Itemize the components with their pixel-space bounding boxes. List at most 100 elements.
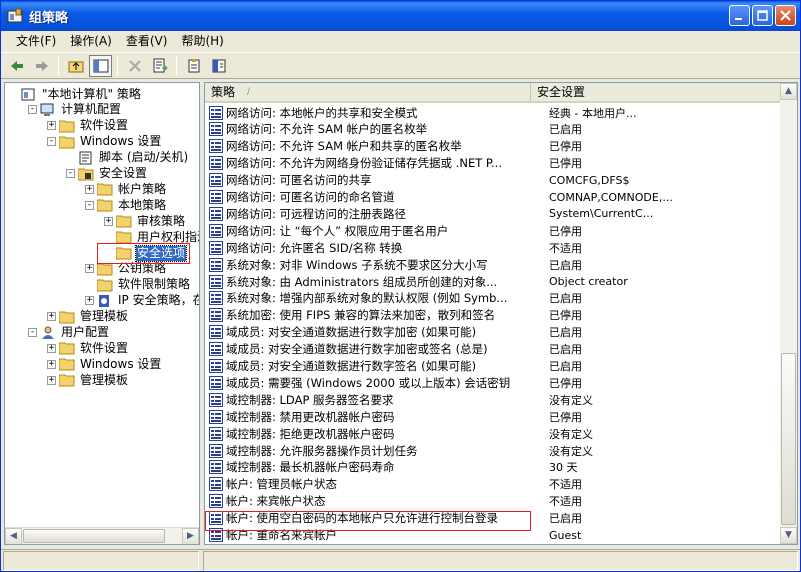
- policy-row[interactable]: 域控制器: LDAP 服务器签名要求 没有定义: [205, 391, 781, 408]
- policy-row[interactable]: 系统对象: 由 Administrators 组成员所创建的对象... Objec…: [205, 273, 781, 290]
- policy-row[interactable]: 网络访问: 可匿名访问的命名管道 COMNAP,COMNODE,...: [205, 189, 781, 206]
- forward-button[interactable]: [30, 55, 53, 77]
- tree-node[interactable]: - Windows 设置: [47, 134, 162, 150]
- tree-node[interactable]: + 审核策略: [104, 213, 186, 229]
- list-scroll-thumb[interactable]: [781, 353, 796, 525]
- list-vertical-scrollbar[interactable]: ▲ ▼: [780, 83, 797, 544]
- policy-setting: 已启用: [549, 326, 582, 340]
- group-policy-app-icon: [7, 8, 23, 23]
- title-bar[interactable]: 组策略: [1, 1, 800, 31]
- policy-row[interactable]: 网络访问: 可远程访问的注册表路径 System\CurrentC...: [205, 205, 781, 222]
- expand-icon[interactable]: +: [85, 264, 94, 274]
- expand-icon[interactable]: +: [47, 312, 56, 322]
- column-policy-label: 策略: [211, 85, 236, 99]
- policy-row[interactable]: 网络访问: 本地帐户的共享和安全模式 经典 - 本地用户...: [205, 104, 781, 121]
- policy-row[interactable]: 域控制器: 禁用更改机器帐户密码 已停用: [205, 408, 781, 425]
- expand-icon[interactable]: +: [104, 216, 113, 226]
- policy-row[interactable]: 域控制器: 允许服务器操作员计划任务 没有定义: [205, 442, 781, 459]
- policy-row[interactable]: 网络访问: 不允许为网络身份验证储存凭据或 .NET P... 已停用: [205, 155, 781, 172]
- up-one-level-button[interactable]: [64, 55, 87, 77]
- tree-node[interactable]: 脚本 (启动/关机): [66, 150, 189, 166]
- policy-row[interactable]: 网络访问: 不允许 SAM 帐户的匿名枚举 已启用: [205, 121, 781, 138]
- scroll-right-button[interactable]: ▶: [182, 528, 199, 544]
- expand-icon[interactable]: +: [85, 184, 94, 194]
- toolbar: [1, 52, 800, 79]
- tree-node[interactable]: + IP 安全策略，在: [85, 293, 199, 309]
- delete-button[interactable]: [123, 55, 146, 77]
- status-panel-1: [3, 551, 199, 571]
- collapse-icon[interactable]: -: [28, 105, 37, 115]
- computer-icon: [40, 103, 54, 116]
- tree-node[interactable]: - 用户配置: [28, 325, 110, 341]
- tree-node[interactable]: + 管理模板: [47, 309, 129, 325]
- collapse-icon[interactable]: -: [85, 200, 94, 210]
- tree-node[interactable]: + 软件设置: [47, 118, 129, 134]
- policy-row[interactable]: 系统对象: 对非 Windows 子系统不要求区分大小写 已启用: [205, 256, 781, 273]
- maximize-button[interactable]: [752, 5, 773, 26]
- policy-setting: 没有定义: [549, 444, 593, 458]
- policy-row[interactable]: 系统加密: 使用 FIPS 兼容的算法来加密，散列和签名 已停用: [205, 307, 781, 324]
- collapse-icon[interactable]: -: [66, 169, 75, 178]
- policy-row[interactable]: 网络访问: 可匿名访问的共享 COMCFG,DFS$: [205, 172, 781, 189]
- collapse-icon[interactable]: -: [47, 137, 56, 147]
- menu-action[interactable]: 操作(A): [63, 31, 119, 51]
- tree-node-label: "本地计算机" 策略: [42, 86, 141, 101]
- tree-node[interactable]: + 帐户策略: [85, 181, 167, 197]
- menu-file[interactable]: 文件(F): [9, 31, 63, 51]
- collapse-icon[interactable]: -: [28, 328, 37, 337]
- tree-horizontal-scrollbar[interactable]: ◀ ▶: [5, 527, 199, 544]
- tree-node-label: IP 安全策略，在: [118, 293, 199, 308]
- policy-row[interactable]: 域成员: 对安全通道数据进行数字加密或签名 (总是) 已启用: [205, 341, 781, 358]
- policy-row[interactable]: 域控制器: 拒绝更改机器帐户密码 没有定义: [205, 425, 781, 442]
- help-button[interactable]: [207, 55, 230, 77]
- tree-node[interactable]: - 安全设置: [66, 166, 148, 182]
- menu-view[interactable]: 查看(V): [119, 31, 175, 51]
- tree-node[interactable]: + Windows 设置: [47, 356, 162, 372]
- policy-row[interactable]: 域成员: 需要强 (Windows 2000 或以上版本) 会话密钥 已停用: [205, 374, 781, 391]
- policy-name: 域成员: 对安全通道数据进行数字签名 (如果可能): [226, 359, 477, 373]
- expand-icon[interactable]: +: [47, 343, 56, 353]
- scroll-up-button[interactable]: ▲: [780, 83, 797, 100]
- scroll-left-button[interactable]: ◀: [5, 528, 22, 544]
- policy-row[interactable]: 域成员: 对安全通道数据进行数字加密 (如果可能) 已启用: [205, 324, 781, 341]
- minimize-button[interactable]: [729, 5, 750, 26]
- close-button[interactable]: [775, 5, 796, 26]
- menu-help[interactable]: 帮助(H): [174, 31, 230, 51]
- tree-node[interactable]: - 本地策略: [85, 197, 167, 213]
- policy-row[interactable]: 域成员: 对安全通道数据进行数字签名 (如果可能) 已启用: [205, 358, 781, 375]
- policy-row[interactable]: 域控制器: 最长机器帐户密码寿命 30 天: [205, 459, 781, 476]
- export-list-button[interactable]: [148, 55, 171, 77]
- properties-button[interactable]: [182, 55, 205, 77]
- policy-setting-icon: [209, 426, 223, 441]
- policy-row[interactable]: 帐户: 来宾帐户状态 不适用: [205, 493, 781, 510]
- policy-setting: 已停用: [549, 309, 582, 323]
- policy-row[interactable]: 系统对象: 增强内部系统对象的默认权限 (例如 Symb... 已启用: [205, 290, 781, 307]
- tree-node[interactable]: 软件限制策略: [85, 277, 191, 293]
- tree-node-label: 安全设置: [99, 166, 148, 180]
- policy-list-pane[interactable]: 策略 ∕ 安全设置 网络访问: 本地帐户的共享和安全模式 经典 - 本地用户...…: [204, 82, 798, 545]
- scroll-down-button[interactable]: ▼: [780, 527, 797, 544]
- column-header-policy[interactable]: 策略 ∕: [205, 83, 531, 101]
- tree-node[interactable]: - 计算机配置: [28, 102, 122, 118]
- policy-row[interactable]: 网络访问: 不允许 SAM 帐户和共享的匿名枚举 已停用: [205, 138, 781, 155]
- expand-icon[interactable]: +: [47, 121, 56, 131]
- console-tree-pane[interactable]: "本地计算机" 策略 - 计算机配置 + 软件设置 - Windows 设置 脚本 (启动/关…: [4, 82, 200, 545]
- policy-row[interactable]: 网络访问: 允许匿名 SID/名称 转换 不适用: [205, 239, 781, 256]
- tree-node[interactable]: "本地计算机" 策略: [9, 86, 142, 102]
- help-book-icon: [212, 59, 225, 72]
- tree-node-label: 脚本 (启动/关机): [99, 150, 189, 165]
- expand-icon[interactable]: +: [47, 359, 56, 369]
- column-header-setting[interactable]: 安全设置: [531, 83, 781, 101]
- console-tree: "本地计算机" 策略 - 计算机配置 + 软件设置 - Windows 设置 脚本 (启动/关…: [5, 83, 199, 528]
- tree-scroll-thumb[interactable]: [23, 529, 165, 543]
- expand-icon[interactable]: +: [47, 375, 56, 385]
- expand-icon[interactable]: +: [85, 296, 94, 306]
- tree-node[interactable]: + 管理模板: [47, 372, 129, 388]
- policy-row[interactable]: 网络访问: 让 “每个人” 权限应用于匿名用户 已停用: [205, 222, 781, 239]
- policy-row[interactable]: 帐户: 管理员帐户状态 不适用: [205, 476, 781, 493]
- script-icon: [79, 151, 92, 165]
- tree-node[interactable]: + 软件设置: [47, 340, 129, 356]
- back-button[interactable]: [5, 55, 28, 77]
- show-hide-tree-button[interactable]: [89, 54, 112, 77]
- policy-name: 网络访问: 允许匿名 SID/名称 转换: [226, 240, 403, 255]
